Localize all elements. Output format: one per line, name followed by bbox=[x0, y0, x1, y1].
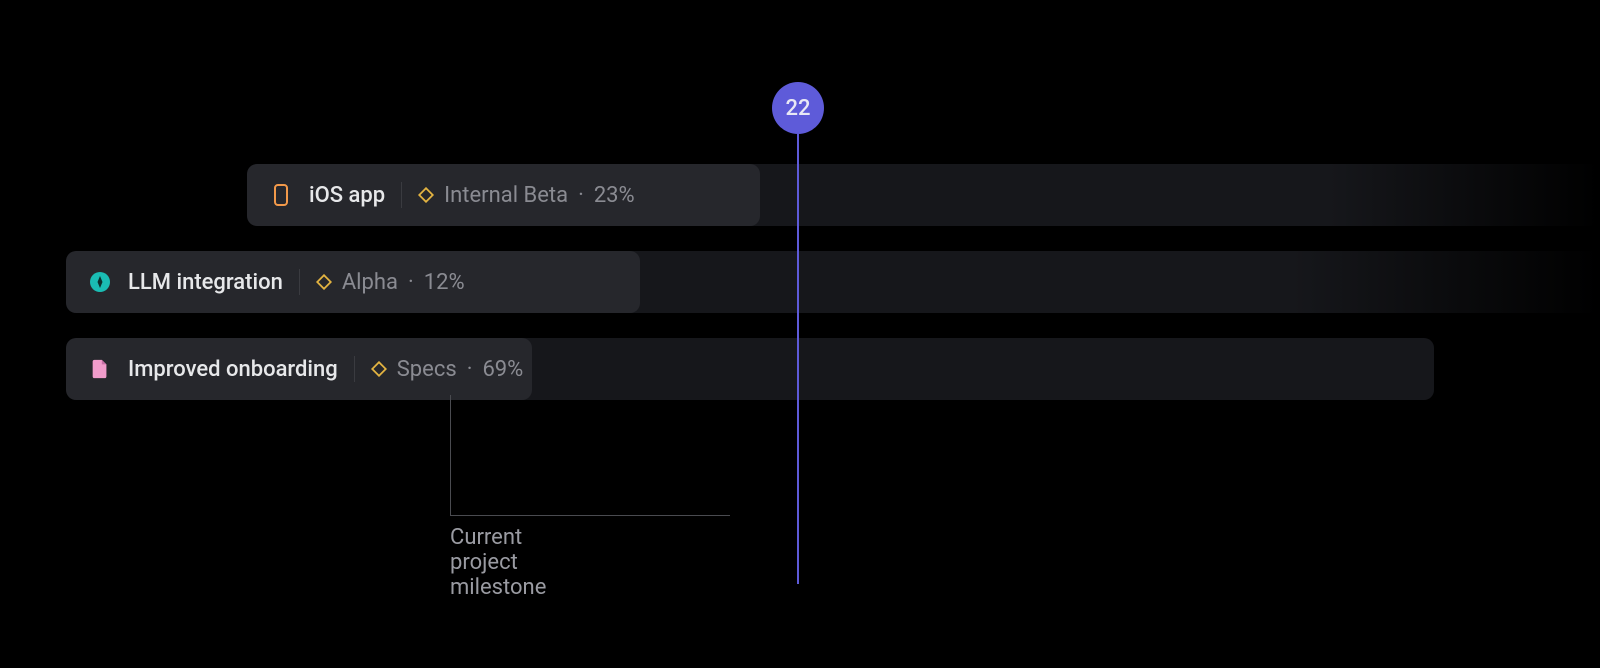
diamond-icon bbox=[371, 361, 387, 377]
document-icon bbox=[88, 357, 112, 381]
milestone-group: Internal Beta · 23% bbox=[418, 183, 635, 208]
phone-icon bbox=[269, 183, 293, 207]
current-date-value: 22 bbox=[785, 96, 810, 121]
callout-line-horizontal bbox=[450, 515, 730, 516]
project-bar: iOS app Internal Beta · 23% bbox=[247, 164, 1600, 226]
milestone-label: Specs bbox=[397, 357, 457, 382]
divider bbox=[299, 269, 300, 295]
callout-label: Current project milestone bbox=[450, 525, 546, 600]
current-date-line bbox=[797, 134, 799, 584]
project-title: iOS app bbox=[309, 183, 385, 208]
milestone-group: Specs · 69% bbox=[371, 357, 524, 382]
milestone-group: Alpha · 12% bbox=[316, 270, 465, 295]
milestone-percent: 12% bbox=[424, 270, 465, 295]
current-date-badge: 22 bbox=[772, 82, 824, 134]
callout-line-vertical bbox=[450, 395, 451, 515]
separator-dot: · bbox=[408, 270, 414, 295]
project-bar: LLM integration Alpha · 12% bbox=[66, 251, 1600, 313]
project-bar-content: LLM integration Alpha · 12% bbox=[66, 251, 487, 313]
project-bar-content: iOS app Internal Beta · 23% bbox=[247, 164, 657, 226]
milestone-percent: 69% bbox=[482, 357, 523, 382]
timeline-canvas: 22 iOS app bbox=[0, 0, 1600, 668]
divider bbox=[401, 182, 402, 208]
current-date-marker[interactable]: 22 bbox=[772, 82, 824, 584]
milestone-label: Alpha bbox=[342, 270, 398, 295]
separator-dot: · bbox=[467, 357, 473, 382]
milestone-label: Internal Beta bbox=[444, 183, 568, 208]
diamond-icon bbox=[316, 274, 332, 290]
separator-dot: · bbox=[578, 183, 584, 208]
milestone-percent: 23% bbox=[594, 183, 635, 208]
project-title: Improved onboarding bbox=[128, 357, 338, 382]
diamond-icon bbox=[418, 187, 434, 203]
divider bbox=[354, 356, 355, 382]
project-bar-content: Improved onboarding Specs · 69% bbox=[66, 338, 545, 400]
project-bar: Improved onboarding Specs · 69% bbox=[66, 338, 1434, 400]
project-title: LLM integration bbox=[128, 270, 283, 295]
compass-icon bbox=[88, 270, 112, 294]
